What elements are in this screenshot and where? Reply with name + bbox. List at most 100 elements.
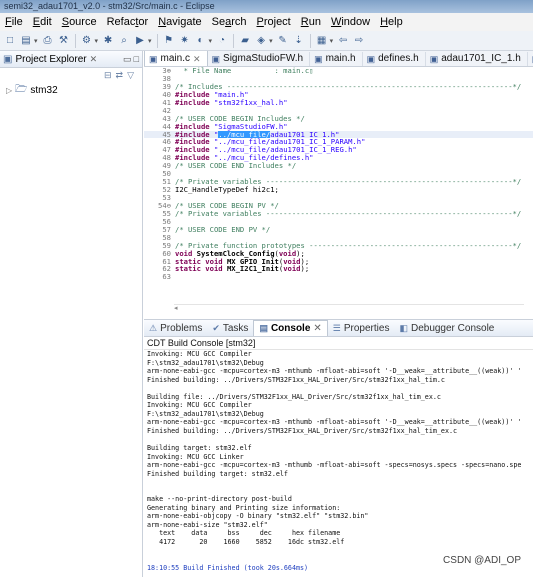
back-icon[interactable]: ⇦	[336, 34, 350, 48]
code-line[interactable]: 41 #include "stm32f1xx_hal.h"	[144, 98, 533, 107]
code-line[interactable]: 42	[144, 106, 533, 115]
task-icon[interactable]: ✎	[276, 34, 290, 48]
editor-tab[interactable]: ▣ SigmaStudioFW.h	[208, 52, 311, 66]
menu-item[interactable]: Window	[326, 13, 375, 31]
code-line[interactable]: 53	[144, 194, 533, 202]
code-line[interactable]: 61 static void MX_GPIO_Init(void);	[144, 257, 533, 266]
code-text: static void MX_I2C1_Init(void);	[175, 265, 310, 274]
debug-icon[interactable]: ✱	[101, 34, 115, 48]
code-line[interactable]: 54⊖/* USER CODE BEGIN PV */	[144, 201, 533, 210]
dropdown-arrow-icon[interactable]: ▾	[34, 37, 38, 45]
horizontal-scrollbar[interactable]: ◂	[174, 304, 524, 313]
editor-tab[interactable]: ▣ defines.h	[363, 52, 426, 66]
panel-tab-debugger-console[interactable]: ◧ Debugger Console	[394, 323, 499, 334]
tree-item-project[interactable]: ▷ 🗁 stm32	[0, 82, 142, 98]
run-icon[interactable]: ▶	[133, 34, 147, 48]
menu-item[interactable]: Navigate	[153, 13, 206, 31]
editor-tab[interactable]: ▣ main.h	[310, 52, 363, 66]
forward-icon[interactable]: ⇨	[352, 34, 366, 48]
minimize-icon[interactable]: ▭	[123, 54, 132, 65]
menu-item[interactable]: Edit	[28, 13, 57, 31]
menu-label-part: elp	[388, 16, 403, 28]
print-icon[interactable]: ⎙	[41, 34, 55, 48]
code-text: /* Private variables -------------------…	[175, 178, 522, 187]
code-line[interactable]: 56	[144, 217, 533, 226]
panel-tab-tasks[interactable]: ✔ Tasks	[207, 323, 253, 334]
code-view[interactable]: 3⊕ * File Name : main.c▯ 38 39/* Includes …	[144, 67, 533, 281]
code-line[interactable]: 43/* USER CODE BEGIN Includes */	[144, 114, 533, 123]
console-line: text data bss dec hex filename	[147, 529, 341, 538]
code-line[interactable]: 50	[144, 170, 533, 178]
close-icon[interactable]: ✕	[313, 323, 321, 334]
tasks-icon: ✔	[212, 322, 220, 333]
code-text: /* Private function prototypes ---------…	[175, 241, 522, 250]
code-line[interactable]: 63	[144, 273, 533, 281]
dropdown-arrow-icon[interactable]: ▾	[269, 37, 273, 45]
search-icon[interactable]: ⌕	[117, 34, 131, 48]
editor-tab[interactable]: ▣ main.c ✕	[144, 51, 208, 66]
annotation-icon[interactable]: ⇣	[292, 34, 306, 48]
code-line[interactable]: 38	[144, 74, 533, 83]
expand-arrow-icon[interactable]: ▷	[6, 86, 15, 95]
code-line[interactable]: 3⊕ * File Name : main.c▯	[144, 67, 533, 75]
link-editor-icon[interactable]: ⇄	[116, 70, 124, 81]
console-line: Building target: stm32.elf	[147, 444, 252, 453]
menu-label-part: un	[308, 16, 321, 28]
menu-item[interactable]: Refactor	[102, 13, 154, 31]
dropdown-arrow-icon[interactable]: ▾	[95, 37, 99, 45]
code-line[interactable]: 57/* USER CODE END PV */	[144, 225, 533, 234]
build-icon[interactable]: ⚒	[57, 34, 71, 48]
code-line[interactable]: 47 #include "../mcu_file/adau1701_IC_1_RE…	[144, 146, 533, 154]
code-line[interactable]: 46 #include "../mcu_file/adau1701_IC_1_PA…	[144, 138, 533, 146]
scroll-left-icon[interactable]: ◂	[174, 305, 178, 312]
debugger-console-icon: ◧	[399, 322, 408, 333]
panel-tab-properties[interactable]: ☰ Properties	[328, 323, 395, 334]
project-explorer-tab[interactable]: ▣ Project Explorer ✕ ▭ □	[0, 51, 142, 68]
collapse-all-icon[interactable]: ⊟	[104, 70, 112, 81]
code-line[interactable]: 55/* Private variables -----------------…	[144, 209, 533, 218]
menu-item[interactable]: Help	[375, 13, 408, 31]
dropdown-arrow-icon[interactable]: ▾	[148, 37, 152, 45]
code-line[interactable]: 39/* Includes --------------------------…	[144, 82, 533, 91]
external-tools-icon[interactable]: ⚑	[162, 34, 176, 48]
dropdown-arrow-icon[interactable]: ▾	[330, 37, 334, 45]
code-line[interactable]: 58	[144, 233, 533, 242]
menu-item[interactable]: Project	[252, 13, 296, 31]
perspective-icon[interactable]: ▦	[315, 34, 329, 48]
panel-tab-label: Problems	[160, 322, 203, 334]
code-line[interactable]: 51/* Private variables -----------------…	[144, 178, 533, 186]
profile-icon[interactable]: ◔	[215, 34, 229, 48]
menu-item[interactable]: Source	[57, 13, 102, 31]
close-icon[interactable]: ✕	[90, 54, 98, 65]
code-line[interactable]: 60 void SystemClock_Config(void);	[144, 249, 533, 258]
code-line[interactable]: 62 static void MX_I2C1_Init(void);	[144, 265, 533, 273]
debug-run-icon[interactable]: ✷	[178, 34, 192, 48]
dropdown-arrow-icon[interactable]: ▾	[209, 37, 213, 45]
maximize-icon[interactable]: □	[134, 54, 139, 65]
save-icon[interactable]: ▤	[19, 34, 33, 48]
code-line[interactable]: 49/* USER CODE END Includes */	[144, 162, 533, 170]
code-line[interactable]: 52 I2C_HandleTypeDef hi2c1;	[144, 186, 533, 194]
open-folder-icon[interactable]: ▰	[238, 34, 252, 48]
open-type-icon[interactable]: ◈	[254, 34, 268, 48]
editor-tab[interactable]: ▣adau1701_IC_1_PA	[528, 52, 533, 66]
menu-item[interactable]: Search	[207, 13, 252, 31]
coverage-icon[interactable]: ◐	[194, 34, 208, 48]
build-config-icon[interactable]: ⚙	[80, 34, 94, 48]
code-line[interactable]: 44 #include "SigmaStudioFW.h"	[144, 122, 533, 131]
new-icon[interactable]: □	[3, 34, 17, 48]
panel-tab-console[interactable]: ▤ Console ✕	[253, 320, 328, 336]
code-line[interactable]: 40 #include "main.h"	[144, 90, 533, 99]
code-line[interactable]: 48 #include "../mcu_file/defines.h"	[144, 154, 533, 162]
code-line[interactable]: 45 #include "../mcu_file/adau1701_IC_1.h"	[144, 130, 533, 139]
code-line[interactable]: 59/* Private function prototypes -------…	[144, 241, 533, 250]
editor-tab[interactable]: ▣ adau1701_IC_1.h	[426, 52, 528, 66]
build-console-output[interactable]: Invoking: MCU GCC Compiler F:\stm32_adau1…	[144, 350, 533, 572]
editor-tabs: ▣ main.c ✕ ▣ SigmaStudioFW.h ▣ main.h ▣ defines.…	[144, 51, 533, 67]
view-menu-icon[interactable]: ▽	[127, 70, 134, 81]
menu-item[interactable]: Run	[296, 13, 326, 31]
panel-tab-problems[interactable]: ⚠ Problems	[144, 323, 207, 334]
menu-item[interactable]: File	[0, 13, 28, 31]
close-icon[interactable]: ✕	[193, 52, 201, 66]
